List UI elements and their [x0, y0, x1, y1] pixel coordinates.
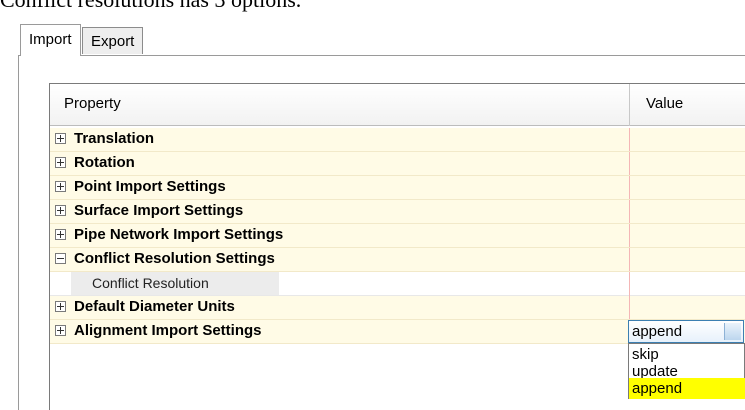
- row-label: Conflict Resolution: [92, 275, 209, 291]
- value-cell: [629, 176, 745, 199]
- dropdown-list: skip update append: [628, 343, 745, 399]
- row-label: Rotation: [74, 154, 135, 171]
- row-surface-import-settings[interactable]: Surface Import Settings: [50, 200, 745, 224]
- value-cell: [629, 200, 745, 223]
- value-cell: [629, 152, 745, 175]
- row-label: Conflict Resolution Settings: [74, 250, 275, 267]
- value-cell: [629, 224, 745, 247]
- tab-export[interactable]: Export: [82, 27, 144, 54]
- conflict-resolution-combobox[interactable]: append: [628, 320, 744, 343]
- dropdown-arrow-icon[interactable]: [724, 323, 741, 340]
- header-value[interactable]: Value: [646, 95, 683, 112]
- expand-icon[interactable]: [55, 157, 66, 168]
- value-divider: [629, 272, 630, 296]
- value-cell: [629, 128, 745, 151]
- combobox-value: append: [632, 323, 683, 340]
- grid-header: Property Value: [50, 84, 745, 126]
- row-label: Default Diameter Units: [74, 298, 235, 315]
- row-conflict-resolution-settings[interactable]: Conflict Resolution Settings: [50, 248, 745, 272]
- expand-icon[interactable]: [55, 205, 66, 216]
- row-label: Surface Import Settings: [74, 202, 244, 219]
- expand-icon[interactable]: [55, 325, 66, 336]
- value-cell: [629, 248, 745, 271]
- row-default-diameter-units[interactable]: Default Diameter Units: [50, 296, 745, 320]
- row-label: Alignment Import Settings: [74, 322, 262, 339]
- expand-icon[interactable]: [55, 301, 66, 312]
- row-label: Point Import Settings: [74, 178, 226, 195]
- value-cell: [629, 296, 745, 319]
- header-property[interactable]: Property: [64, 95, 121, 112]
- expand-icon[interactable]: [55, 133, 66, 144]
- caption-text: Conflict resolutions has 3 options.: [0, 0, 301, 13]
- header-divider[interactable]: [629, 84, 630, 126]
- option-append[interactable]: append: [629, 378, 745, 399]
- row-label: Pipe Network Import Settings: [74, 226, 284, 243]
- expand-icon[interactable]: [55, 181, 66, 192]
- row-rotation[interactable]: Rotation: [50, 152, 745, 176]
- row-pipe-network-import-settings[interactable]: Pipe Network Import Settings: [50, 224, 745, 248]
- row-translation[interactable]: Translation: [50, 128, 745, 152]
- tab-import[interactable]: Import: [20, 24, 81, 56]
- expand-icon[interactable]: [55, 229, 66, 240]
- row-conflict-resolution[interactable]: Conflict Resolution: [50, 272, 745, 296]
- collapse-icon[interactable]: [55, 253, 66, 264]
- row-label: Translation: [74, 130, 155, 147]
- row-point-import-settings[interactable]: Point Import Settings: [50, 176, 745, 200]
